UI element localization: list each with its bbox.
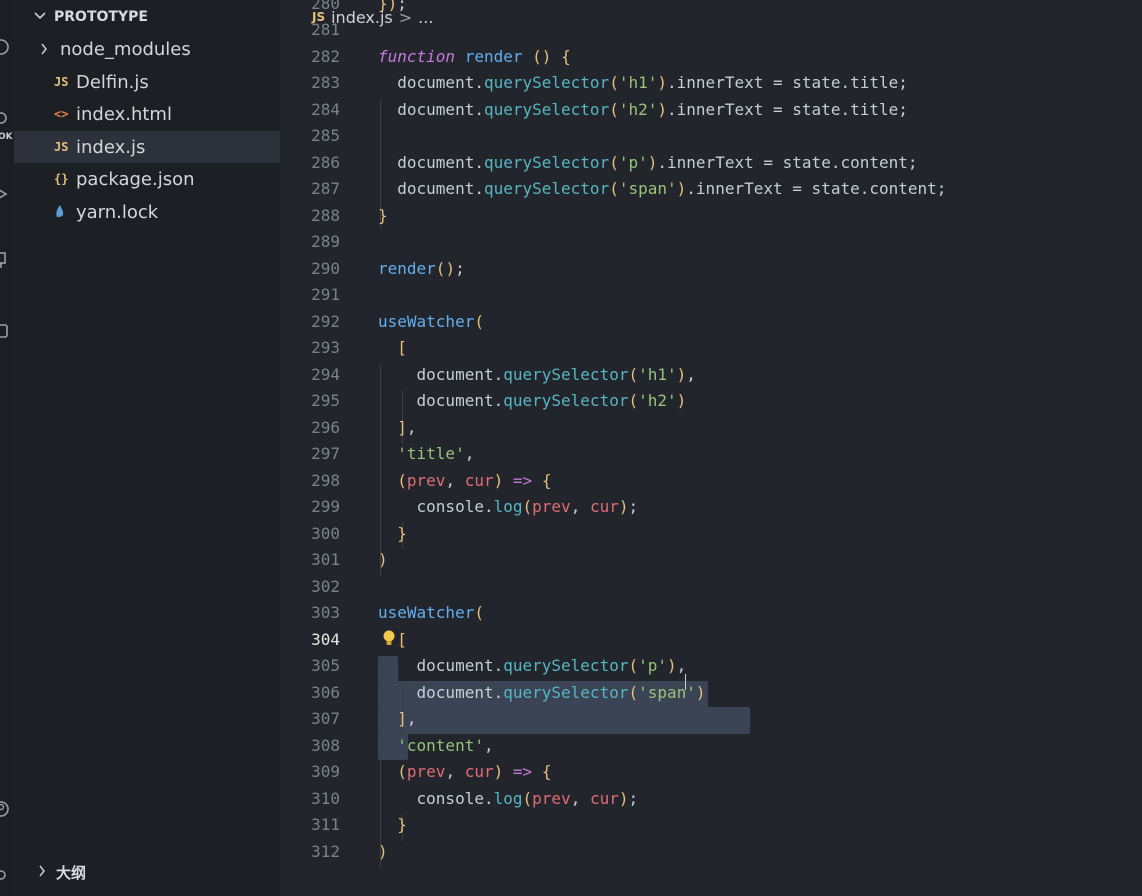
code-line[interactable]: console.log(prev, cur); xyxy=(378,786,639,813)
line-number: 284 xyxy=(311,99,340,119)
line-number: 310 xyxy=(311,788,340,808)
code-line[interactable]: ) xyxy=(378,839,388,866)
code-line[interactable]: document.querySelector('h2') xyxy=(378,388,687,415)
tree-item-label: package.json xyxy=(76,168,195,190)
code-editor[interactable]: JS index.js > ... 280 281 282 283 284 285 286 2… xyxy=(280,0,1142,896)
line-number: 303 xyxy=(311,603,340,622)
html-file-icon: <> xyxy=(54,107,69,121)
breadcrumb-rest[interactable]: ... xyxy=(418,8,433,27)
line-number: 307 xyxy=(311,709,340,728)
line-number: 288 xyxy=(311,205,340,225)
code-line[interactable]: document.querySelector('span').innerText… xyxy=(378,176,946,203)
selection-highlight xyxy=(378,707,750,734)
code-line[interactable]: document.querySelector('p').innerText = … xyxy=(378,150,917,177)
line-number: 299 xyxy=(311,497,340,516)
tree-item-package-json[interactable]: {} package.json xyxy=(14,163,280,195)
json-file-icon: {} xyxy=(54,172,69,186)
yarn-file-icon xyxy=(54,204,76,221)
remote-icon[interactable] xyxy=(0,322,10,340)
code-line[interactable]: 'content', xyxy=(378,733,493,760)
code-line[interactable]: } xyxy=(378,521,407,548)
code-line[interactable]: }); xyxy=(378,0,407,17)
mouse-text-cursor xyxy=(685,674,694,690)
tree-item-index-html[interactable]: <> index.html xyxy=(14,98,280,130)
line-number: 280 xyxy=(311,0,340,13)
line-number: 309 xyxy=(311,762,340,781)
chevron-right-icon xyxy=(14,39,60,60)
activity-bar: OK xyxy=(0,0,14,896)
code-line[interactable]: useWatcher( xyxy=(378,600,484,627)
code-line[interactable]: document.querySelector('h1').innerText =… xyxy=(378,70,908,97)
code-line[interactable]: ], xyxy=(378,415,416,442)
line-number: 290 xyxy=(311,258,340,278)
code-line[interactable]: useWatcher( xyxy=(378,309,484,336)
line-number: 289 xyxy=(311,232,340,251)
code-line[interactable]: } xyxy=(378,812,407,839)
folder-header[interactable]: PROTOTYPE xyxy=(34,6,148,28)
line-number: 287 xyxy=(311,179,340,198)
code-line[interactable]: 'title', xyxy=(378,441,474,468)
line-number: 285 xyxy=(311,126,340,145)
code-line[interactable]: document.querySelector('span') xyxy=(378,680,706,707)
code-line[interactable]: console.log(prev, cur); xyxy=(378,494,639,521)
line-number: 294 xyxy=(311,364,340,384)
line-number: 297 xyxy=(311,444,340,463)
line-number: 300 xyxy=(311,523,340,543)
line-number: 305 xyxy=(311,656,340,675)
tree-item-label: yarn.lock xyxy=(76,201,159,223)
extensions-icon[interactable] xyxy=(0,250,10,268)
settings-gear-icon[interactable] xyxy=(0,866,10,884)
account-icon[interactable] xyxy=(0,800,10,818)
code-line[interactable]: } xyxy=(378,203,388,230)
search-icon[interactable] xyxy=(0,110,10,128)
outline-section-header[interactable]: 大纲 xyxy=(38,860,86,884)
lightbulb-icon[interactable] xyxy=(381,629,397,649)
code-line[interactable]: (prev, cur) => { xyxy=(378,468,551,495)
explorer-icon[interactable] xyxy=(0,38,10,56)
code-line[interactable]: [ xyxy=(378,335,407,362)
line-number: 312 xyxy=(311,841,340,861)
javascript-file-icon: JS xyxy=(54,75,69,89)
line-number: 306 xyxy=(311,682,340,702)
line-number: 282 xyxy=(311,46,340,66)
javascript-file-icon: JS xyxy=(54,140,69,154)
code-line[interactable]: document.querySelector('h2').innerText =… xyxy=(378,97,908,124)
line-number: 291 xyxy=(311,285,340,304)
tree-item-label: node_modules xyxy=(60,38,191,60)
line-number: 281 xyxy=(311,20,340,39)
code-line[interactable]: (prev, cur) => { xyxy=(378,759,551,786)
code-line[interactable]: render(); xyxy=(378,256,465,283)
code-line[interactable]: function render () { xyxy=(378,44,571,71)
line-number: 293 xyxy=(311,338,340,357)
code-line[interactable]: ) xyxy=(378,547,388,574)
tree-item-node-modules[interactable]: node_modules xyxy=(14,33,280,65)
chevron-down-icon xyxy=(34,9,46,25)
line-number: 302 xyxy=(311,576,340,596)
code-line[interactable]: document.querySelector('p'), xyxy=(378,653,687,680)
ok-badge: OK xyxy=(0,132,13,142)
tree-item-label: index.html xyxy=(76,103,172,125)
line-number: 304 xyxy=(311,629,340,649)
outline-label: 大纲 xyxy=(56,863,87,882)
line-number: 295 xyxy=(311,391,340,410)
folder-name: PROTOTYPE xyxy=(54,9,148,25)
line-number: 286 xyxy=(311,152,340,172)
line-number: 283 xyxy=(311,73,340,92)
chevron-right-icon xyxy=(38,863,46,881)
line-number: 311 xyxy=(311,815,340,834)
code-line[interactable]: document.querySelector('h1'), xyxy=(378,362,696,389)
explorer-sidebar: PROTOTYPE node_modules JS Delfin.js <> i… xyxy=(14,0,280,896)
line-number: 308 xyxy=(311,735,340,755)
line-number: 292 xyxy=(311,311,340,331)
line-number: 301 xyxy=(311,550,340,569)
code-line[interactable]: ], xyxy=(378,706,416,733)
tree-item-index-js[interactable]: JS index.js xyxy=(14,131,280,163)
line-number: 298 xyxy=(311,470,340,490)
tree-item-yarn-lock[interactable]: yarn.lock xyxy=(14,196,280,228)
run-debug-icon[interactable] xyxy=(0,185,10,203)
line-number: 296 xyxy=(311,417,340,437)
tree-item-label: Delfin.js xyxy=(76,71,149,93)
tree-item-label: index.js xyxy=(76,136,146,158)
tree-item-delfin-js[interactable]: JS Delfin.js xyxy=(14,66,280,98)
